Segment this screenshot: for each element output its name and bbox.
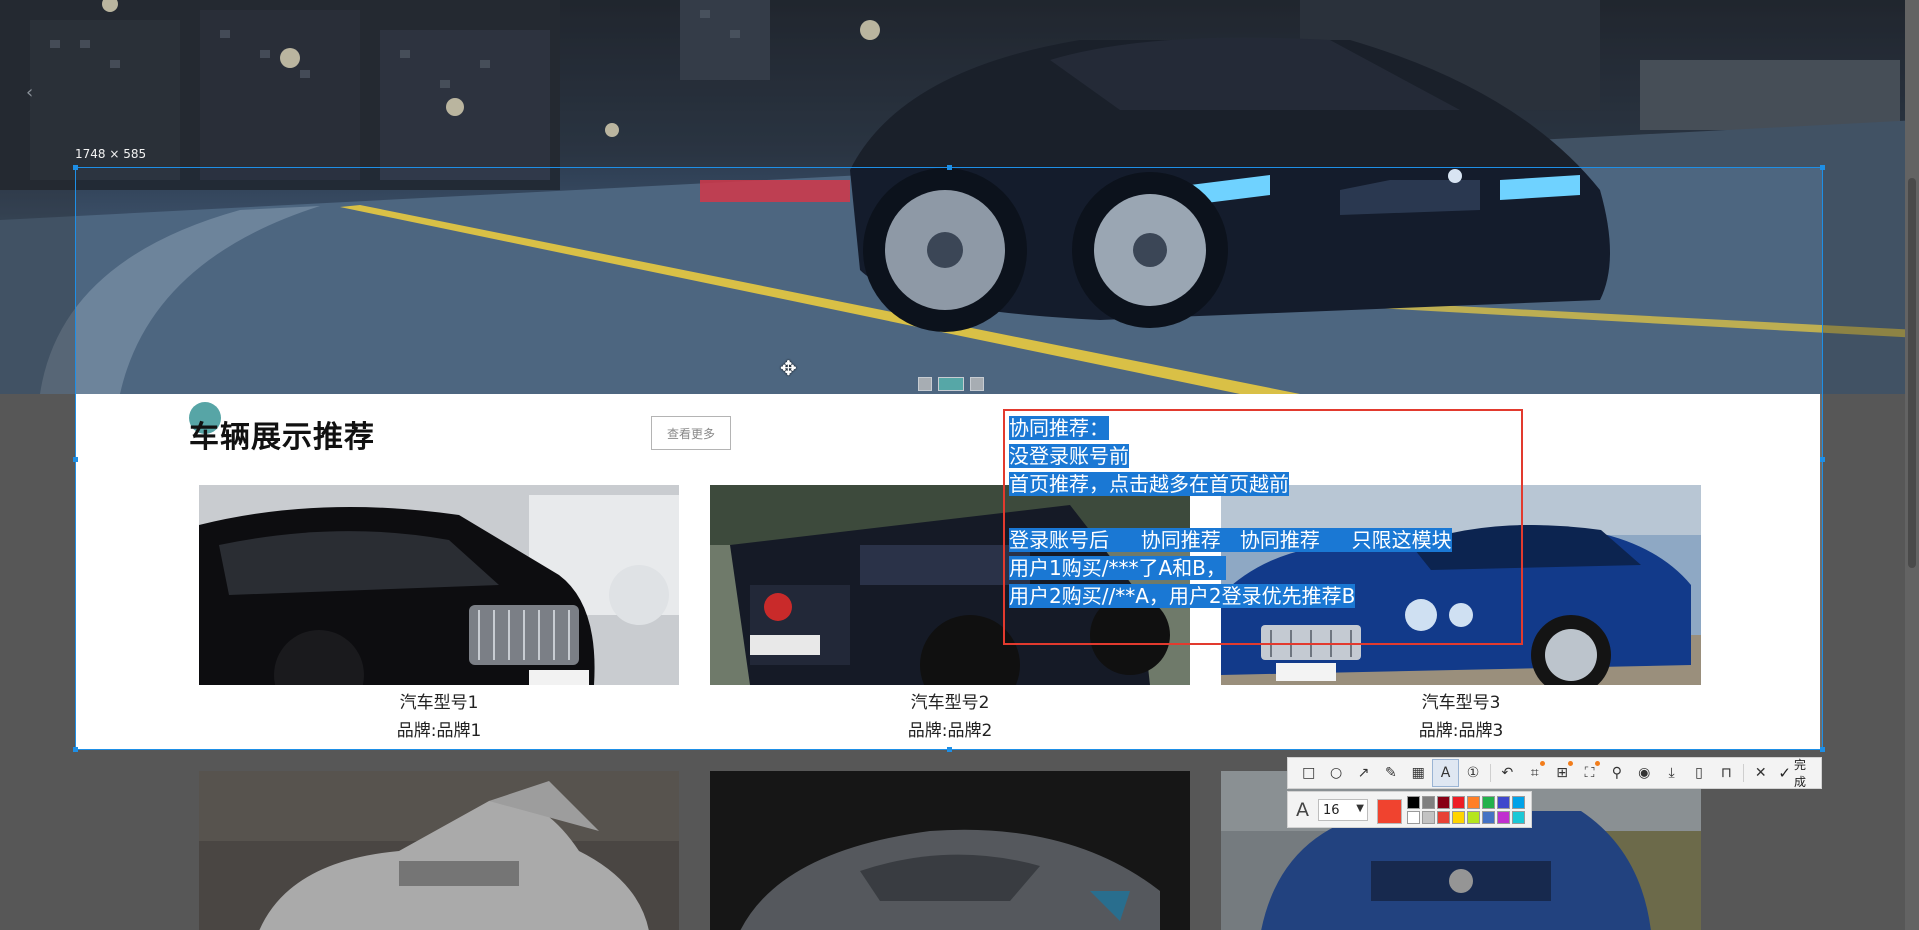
- color-swatch[interactable]: [1482, 811, 1495, 824]
- section-title: 车辆展示推荐: [189, 420, 375, 455]
- color-swatch[interactable]: [1512, 811, 1525, 824]
- color-swatch[interactable]: [1497, 796, 1510, 809]
- color-swatch[interactable]: [1437, 796, 1450, 809]
- annotation-line: 协同推荐：: [1009, 414, 1452, 442]
- done-label: 完成: [1793, 758, 1806, 789]
- color-swatch[interactable]: [1422, 811, 1435, 824]
- new-badge: [1595, 761, 1601, 766]
- scan-icon[interactable]: ⛶: [1576, 759, 1603, 787]
- undo-icon[interactable]: ↶: [1494, 759, 1521, 787]
- screen: ‹ 车辆展示推荐 查看更多 汽车型号1 品牌:品牌1 汽车型号2 品牌:品牌2 …: [0, 0, 1919, 930]
- download-icon[interactable]: ⤓: [1658, 759, 1685, 787]
- annotation-line-text: 没登录账号前: [1009, 444, 1129, 468]
- annotation-line: 用户1购买/***了A和B，: [1009, 554, 1452, 582]
- check-icon: ✓: [1778, 764, 1791, 782]
- color-swatch[interactable]: [1467, 796, 1480, 809]
- car-image: [199, 771, 679, 930]
- ellipse-tool-icon[interactable]: ○: [1322, 759, 1349, 787]
- card-divider: [1221, 749, 1701, 750]
- recommend-section: 车辆展示推荐 查看更多 汽车型号1 品牌:品牌1 汽车型号2 品牌:品牌2 汽车…: [76, 394, 1820, 750]
- annotation-line-text: 用户2购买//**A，用户2登录优先推荐B: [1009, 584, 1356, 608]
- color-swatch[interactable]: [1422, 796, 1435, 809]
- car-brand: 品牌:品牌1: [396, 721, 482, 741]
- hero-car-image: [0, 0, 1919, 394]
- color-swatch[interactable]: [1482, 796, 1495, 809]
- selection-size-label: 1748 × 585: [75, 147, 147, 161]
- annotation-line: 没登录账号前: [1009, 442, 1452, 470]
- view-more-button[interactable]: 查看更多: [651, 416, 731, 450]
- card-divider: [199, 749, 679, 750]
- font-icon: A: [1296, 799, 1309, 821]
- car-image: [199, 485, 679, 685]
- resize-handle-w[interactable]: [73, 457, 78, 462]
- toolbar-separator: [1743, 764, 1745, 782]
- resize-handle-s[interactable]: [947, 747, 952, 752]
- annotation-line-text: 协同推荐：: [1009, 416, 1109, 440]
- carousel-indicators: [918, 377, 984, 391]
- color-swatch[interactable]: [1452, 811, 1465, 824]
- move-cursor-icon: ✥: [780, 356, 797, 380]
- scrollbar-thumb[interactable]: [1908, 178, 1916, 568]
- color-swatch[interactable]: [1407, 796, 1420, 809]
- carousel-dot-2[interactable]: [938, 377, 964, 391]
- ocr-icon[interactable]: ⌗: [1521, 759, 1548, 787]
- car-model-name: 汽车型号2: [910, 693, 990, 713]
- carousel-prev-button[interactable]: ‹: [26, 82, 33, 103]
- font-size-value: 16: [1323, 802, 1340, 818]
- carousel-dot-1[interactable]: [918, 377, 932, 391]
- car-brand: 品牌:品牌3: [1418, 721, 1504, 741]
- new-badge: [1567, 761, 1573, 766]
- car-card-1[interactable]: 汽车型号1 品牌:品牌1: [199, 485, 679, 746]
- mosaic-tool-icon[interactable]: ▦: [1405, 759, 1432, 787]
- new-badge: [1540, 761, 1546, 766]
- arrow-tool-icon[interactable]: ↗: [1350, 759, 1377, 787]
- record-icon[interactable]: ◉: [1631, 759, 1658, 787]
- resize-handle-ne[interactable]: [1820, 165, 1825, 170]
- carousel-dot-3[interactable]: [970, 377, 984, 391]
- toolbar-separator: [1489, 764, 1491, 782]
- annotation-line-text: 用户1购买/***了A和B，: [1009, 556, 1226, 580]
- car-model-name: 汽车型号1: [399, 693, 479, 713]
- number-tool-icon[interactable]: ①: [1459, 759, 1486, 787]
- annotation-line: [1009, 498, 1452, 526]
- current-color-swatch[interactable]: [1377, 799, 1402, 824]
- translate-icon[interactable]: ⊞: [1548, 759, 1575, 787]
- done-button[interactable]: ✓ 完成: [1774, 756, 1821, 790]
- color-swatch[interactable]: [1467, 811, 1480, 824]
- bookmark-icon[interactable]: ⊓: [1713, 759, 1740, 787]
- car-card-5[interactable]: [710, 771, 1190, 930]
- annotation-line: 首页推荐，点击越多在首页越前: [1009, 470, 1452, 498]
- resize-handle-se[interactable]: [1820, 747, 1825, 752]
- annotation-line: 登录账号后 协同推荐 协同推荐 只限这模块: [1009, 526, 1452, 554]
- font-size-select[interactable]: 16 ▼: [1318, 799, 1368, 821]
- annotation-line-text: 首页推荐，点击越多在首页越前: [1009, 472, 1289, 496]
- resize-handle-e[interactable]: [1820, 457, 1825, 462]
- resize-handle-nw[interactable]: [73, 165, 78, 170]
- car-card-4[interactable]: [199, 771, 679, 930]
- color-swatch[interactable]: [1497, 811, 1510, 824]
- color-palette: [1407, 796, 1525, 824]
- pen-tool-icon[interactable]: ✎: [1377, 759, 1404, 787]
- annotation-line: 用户2购买//**A，用户2登录优先推荐B: [1009, 582, 1452, 610]
- text-annotation-content[interactable]: 协同推荐： 没登录账号前首页推荐，点击越多在首页越前登录账号后 协同推荐 协同推荐…: [1009, 414, 1452, 610]
- text-options-toolbar: A 16 ▼: [1287, 791, 1532, 828]
- annotation-line-text: 登录账号后 协同推荐 协同推荐 只限这模块: [1009, 528, 1452, 552]
- hero-banner: ‹: [0, 0, 1919, 394]
- text-tool-icon[interactable]: A: [1431, 759, 1460, 787]
- car-model-name: 汽车型号3: [1421, 693, 1501, 713]
- close-icon[interactable]: ✕: [1747, 759, 1774, 787]
- color-swatch[interactable]: [1452, 796, 1465, 809]
- resize-handle-sw[interactable]: [73, 747, 78, 752]
- car-brand: 品牌:品牌2: [907, 721, 993, 741]
- car-image: [710, 771, 1190, 930]
- long-screenshot-icon[interactable]: ▯: [1685, 759, 1712, 787]
- resize-handle-n[interactable]: [947, 165, 952, 170]
- pin-icon[interactable]: ⚲: [1603, 759, 1630, 787]
- capture-toolbar: □ ○ ↗ ✎ ▦ A ① ↶ ⌗ ⊞ ⛶ ⚲ ◉ ⤓ ▯ ⊓ ✕ ✓ 完成: [1287, 757, 1822, 789]
- color-swatch[interactable]: [1512, 796, 1525, 809]
- color-swatch[interactable]: [1437, 811, 1450, 824]
- color-swatch[interactable]: [1407, 811, 1420, 824]
- rect-tool-icon[interactable]: □: [1295, 759, 1322, 787]
- chevron-down-icon: ▼: [1356, 803, 1364, 814]
